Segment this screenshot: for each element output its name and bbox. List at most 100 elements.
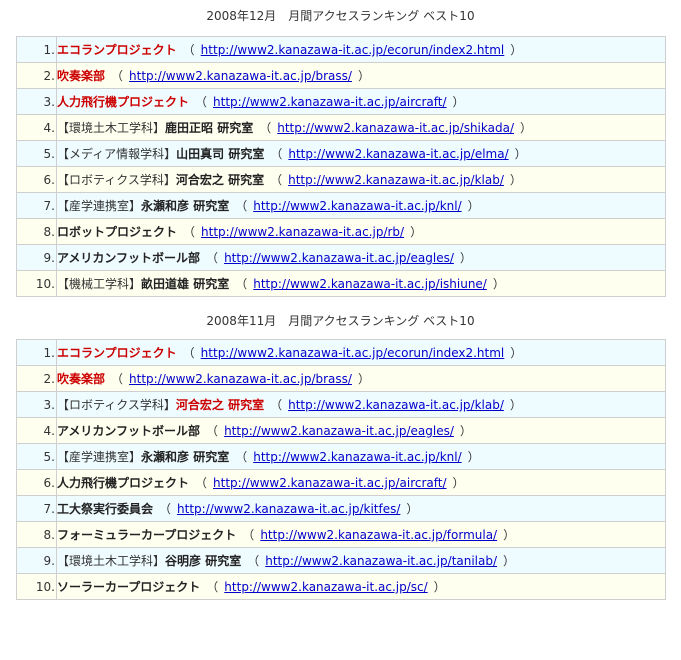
table-row: 6. 人力飛行機プロジェクト （ http://www2.kanazawa-it.ac… [16, 469, 666, 496]
entry-name: 吹奏楽部 [57, 372, 106, 386]
rank-number: 9. [43, 553, 55, 568]
rank-cell: 7. [16, 495, 57, 522]
close-paren: ） [503, 528, 516, 542]
entry-link[interactable]: http://www2.kanazawa-it.ac.jp/elma/ [288, 147, 508, 161]
open-paren: （ [111, 69, 124, 83]
entry-name: エコランプロジェクト [57, 43, 177, 57]
section-title-nov: 2008年11月 月間アクセスランキング ベスト10 [206, 314, 475, 328]
entry-cell: エコランプロジェクト （ http://www2.kanazawa-it.ac.jp… [56, 339, 666, 366]
entry-name: 谷明彦 研究室 [165, 554, 242, 568]
entry-cell: アメリカンフットボール部 （ http://www2.kanazawa-it.ac.… [56, 417, 666, 444]
entry-link[interactable]: http://www2.kanazawa-it.ac.jp/klab/ [288, 173, 504, 187]
department-tag: 【環境土木工学科】 [57, 554, 166, 568]
rank-number: 10. [35, 276, 55, 291]
entry-link[interactable]: http://www2.kanazawa-it.ac.jp/eagles/ [224, 424, 454, 438]
close-paren: ） [433, 580, 446, 594]
close-paren: ） [519, 121, 532, 135]
rank-cell: 1. [16, 36, 57, 63]
table-row: 1. エコランプロジェクト （ http://www2.kanazawa-it.ac.… [16, 36, 666, 63]
rank-number: 6. [43, 475, 55, 490]
table-row: 4. 【環境土木工学科】鹿田正昭 研究室 （ http://www2.kanazawa… [16, 114, 666, 141]
rank-number: 9. [43, 250, 55, 265]
close-paren: ） [510, 43, 523, 57]
rank-number: 1. [43, 42, 55, 57]
entry-link[interactable]: http://www2.kanazawa-it.ac.jp/kitfes/ [177, 502, 400, 516]
entry-cell: アメリカンフットボール部 （ http://www2.kanazawa-it.ac.… [56, 244, 666, 271]
rank-cell: 6. [16, 166, 57, 193]
department-tag: 【ロボティクス学科】 [57, 173, 176, 187]
open-paren: （ [183, 225, 196, 239]
table-row: 5. 【産学連携室】永瀬和彦 研究室 （ http://www2.kanazawa-i… [16, 443, 666, 470]
rank-number: 3. [43, 94, 55, 109]
open-paren: （ [206, 580, 219, 594]
open-paren: （ [235, 199, 248, 213]
entry-name: 永瀬和彦 研究室 [141, 450, 230, 464]
entry-link[interactable]: http://www2.kanazawa-it.ac.jp/shikada/ [277, 121, 514, 135]
rank-number: 7. [43, 501, 55, 516]
rank-cell: 10. [16, 270, 57, 297]
rank-number: 10. [35, 579, 55, 594]
entry-cell: 【産学連携室】永瀬和彦 研究室 （ http://www2.kanazawa-it.… [56, 192, 666, 219]
rank-cell: 9. [16, 244, 57, 271]
close-paren: ） [509, 173, 522, 187]
entry-cell: フォーミュラーカープロジェクト （ http://www2.kanazawa-it.… [56, 521, 666, 548]
open-paren: （ [242, 528, 255, 542]
rank-number: 5. [43, 146, 55, 161]
entry-name: 山田真司 研究室 [176, 147, 265, 161]
entry-link[interactable]: http://www2.kanazawa-it.ac.jp/brass/ [129, 372, 352, 386]
rank-cell: 6. [16, 469, 57, 496]
department-tag: 【機械工学科】 [57, 277, 142, 291]
close-paren: ） [406, 502, 419, 516]
rank-cell: 8. [16, 521, 57, 548]
open-paren: （ [270, 173, 283, 187]
entry-cell: 吹奏楽部 （ http://www2.kanazawa-it.ac.jp/brass… [56, 62, 666, 89]
close-paren: ） [503, 554, 516, 568]
entry-cell: 【メディア情報学科】山田真司 研究室 （ http://www2.kanazawa-… [56, 140, 666, 167]
entry-link[interactable]: http://www2.kanazawa-it.ac.jp/sc/ [224, 580, 427, 594]
entry-link[interactable]: http://www2.kanazawa-it.ac.jp/ecorun/ind… [201, 43, 505, 57]
table-row: 10. ソーラーカープロジェクト （ http://www2.kanazawa-it.… [16, 573, 666, 600]
entry-link[interactable]: http://www2.kanazawa-it.ac.jp/ishiune/ [253, 277, 487, 291]
open-paren: （ [270, 147, 283, 161]
entry-link[interactable]: http://www2.kanazawa-it.ac.jp/ecorun/ind… [201, 346, 505, 360]
entry-link[interactable]: http://www2.kanazawa-it.ac.jp/knl/ [253, 450, 461, 464]
rank-cell: 1. [16, 339, 57, 366]
rank-number: 4. [43, 120, 55, 135]
department-tag: 【環境土木工学科】 [57, 121, 166, 135]
open-paren: （ [206, 424, 219, 438]
entry-link[interactable]: http://www2.kanazawa-it.ac.jp/formula/ [260, 528, 497, 542]
entry-name: フォーミュラーカープロジェクト [57, 528, 237, 542]
table-row: 9. 【環境土木工学科】谷明彦 研究室 （ http://www2.kanazawa-… [16, 547, 666, 574]
entry-name: 永瀬和彦 研究室 [141, 199, 230, 213]
open-paren: （ [111, 372, 124, 386]
entry-link[interactable]: http://www2.kanazawa-it.ac.jp/rb/ [201, 225, 404, 239]
rank-number: 6. [43, 172, 55, 187]
section-title-dec: 2008年12月 月間アクセスランキング ベスト10 [206, 9, 475, 23]
table-row: 2. 吹奏楽部 （ http://www2.kanazawa-it.ac.jp/bra… [16, 365, 666, 392]
open-paren: （ [270, 398, 283, 412]
close-paren: ） [459, 424, 472, 438]
close-paren: ） [459, 251, 472, 265]
close-paren: ） [492, 277, 505, 291]
close-paren: ） [467, 450, 480, 464]
table-row: 9. アメリカンフットボール部 （ http://www2.kanazawa-it.a… [16, 244, 666, 271]
entry-name: 鹿田正昭 研究室 [165, 121, 254, 135]
rank-number: 4. [43, 423, 55, 438]
open-paren: （ [206, 251, 219, 265]
open-paren: （ [235, 450, 248, 464]
entry-link[interactable]: http://www2.kanazawa-it.ac.jp/aircraft/ [213, 476, 446, 490]
rank-number: 3. [43, 397, 55, 412]
entry-cell: ロボットプロジェクト （ http://www2.kanazawa-it.ac.jp… [56, 218, 666, 245]
entry-link[interactable]: http://www2.kanazawa-it.ac.jp/klab/ [288, 398, 504, 412]
entry-link[interactable]: http://www2.kanazawa-it.ac.jp/brass/ [129, 69, 352, 83]
entry-link[interactable]: http://www2.kanazawa-it.ac.jp/aircraft/ [213, 95, 446, 109]
ranking-table-dec: 1. エコランプロジェクト （ http://www2.kanazawa-it.ac.… [16, 36, 666, 297]
rank-cell: 8. [16, 218, 57, 245]
entry-link[interactable]: http://www2.kanazawa-it.ac.jp/eagles/ [224, 251, 454, 265]
entry-cell: 【ロボティクス学科】河合宏之 研究室 （ http://www2.kanazawa-… [56, 166, 666, 193]
table-row: 6. 【ロボティクス学科】河合宏之 研究室 （ http://www2.kanazaw… [16, 166, 666, 193]
table-row: 7. 【産学連携室】永瀬和彦 研究室 （ http://www2.kanazawa-i… [16, 192, 666, 219]
entry-link[interactable]: http://www2.kanazawa-it.ac.jp/knl/ [253, 199, 461, 213]
table-row: 3. 【ロボティクス学科】河合宏之 研究室 （ http://www2.kanazaw… [16, 391, 666, 418]
entry-link[interactable]: http://www2.kanazawa-it.ac.jp/tanilab/ [265, 554, 497, 568]
